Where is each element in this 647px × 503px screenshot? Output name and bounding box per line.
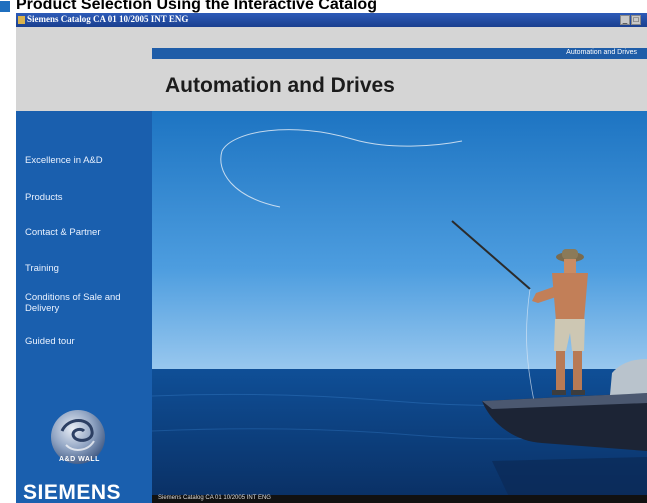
restore-icon[interactable]: □	[631, 15, 641, 25]
heading-marker	[0, 1, 10, 12]
wall-logo-label: A&D WALL	[59, 456, 100, 463]
window-titlebar[interactable]: Siemens Catalog CA 01 10/2005 INT ENG _ …	[16, 13, 647, 27]
page-title: Automation and Drives	[165, 74, 395, 97]
sidebar-nav: Excellence in A&D Products Contact & Par…	[16, 111, 152, 503]
heading-text: Product Selection Using the Interactive …	[16, 0, 377, 13]
hero-photo	[152, 111, 647, 503]
breadcrumb[interactable]: Automation and Drives	[566, 49, 637, 56]
nav-item-products[interactable]: Products	[25, 192, 147, 203]
minimize-icon[interactable]: _	[620, 15, 630, 25]
status-bar: Siemens Catalog CA 01 10/2005 INT ENG	[152, 495, 647, 503]
header-strip: Automation and Drives	[152, 48, 647, 59]
header-background	[16, 27, 647, 111]
nav-item-conditions[interactable]: Conditions of Sale and Delivery	[25, 292, 147, 314]
nav-item-contact-partner[interactable]: Contact & Partner	[25, 227, 147, 238]
catalog-window: Siemens Catalog CA 01 10/2005 INT ENG _ …	[16, 13, 647, 503]
app-icon	[18, 16, 25, 24]
window-title: Siemens Catalog CA 01 10/2005 INT ENG	[27, 14, 189, 24]
siemens-logo: SIEMENS	[23, 481, 122, 503]
document-heading: Product Selection Using the Interactive …	[0, 0, 647, 13]
nav-item-guided-tour[interactable]: Guided tour	[25, 336, 147, 347]
nav-item-training[interactable]: Training	[25, 263, 147, 274]
status-text: Siemens Catalog CA 01 10/2005 INT ENG	[158, 495, 271, 501]
nav-item-excellence[interactable]: Excellence in A&D	[25, 155, 147, 166]
